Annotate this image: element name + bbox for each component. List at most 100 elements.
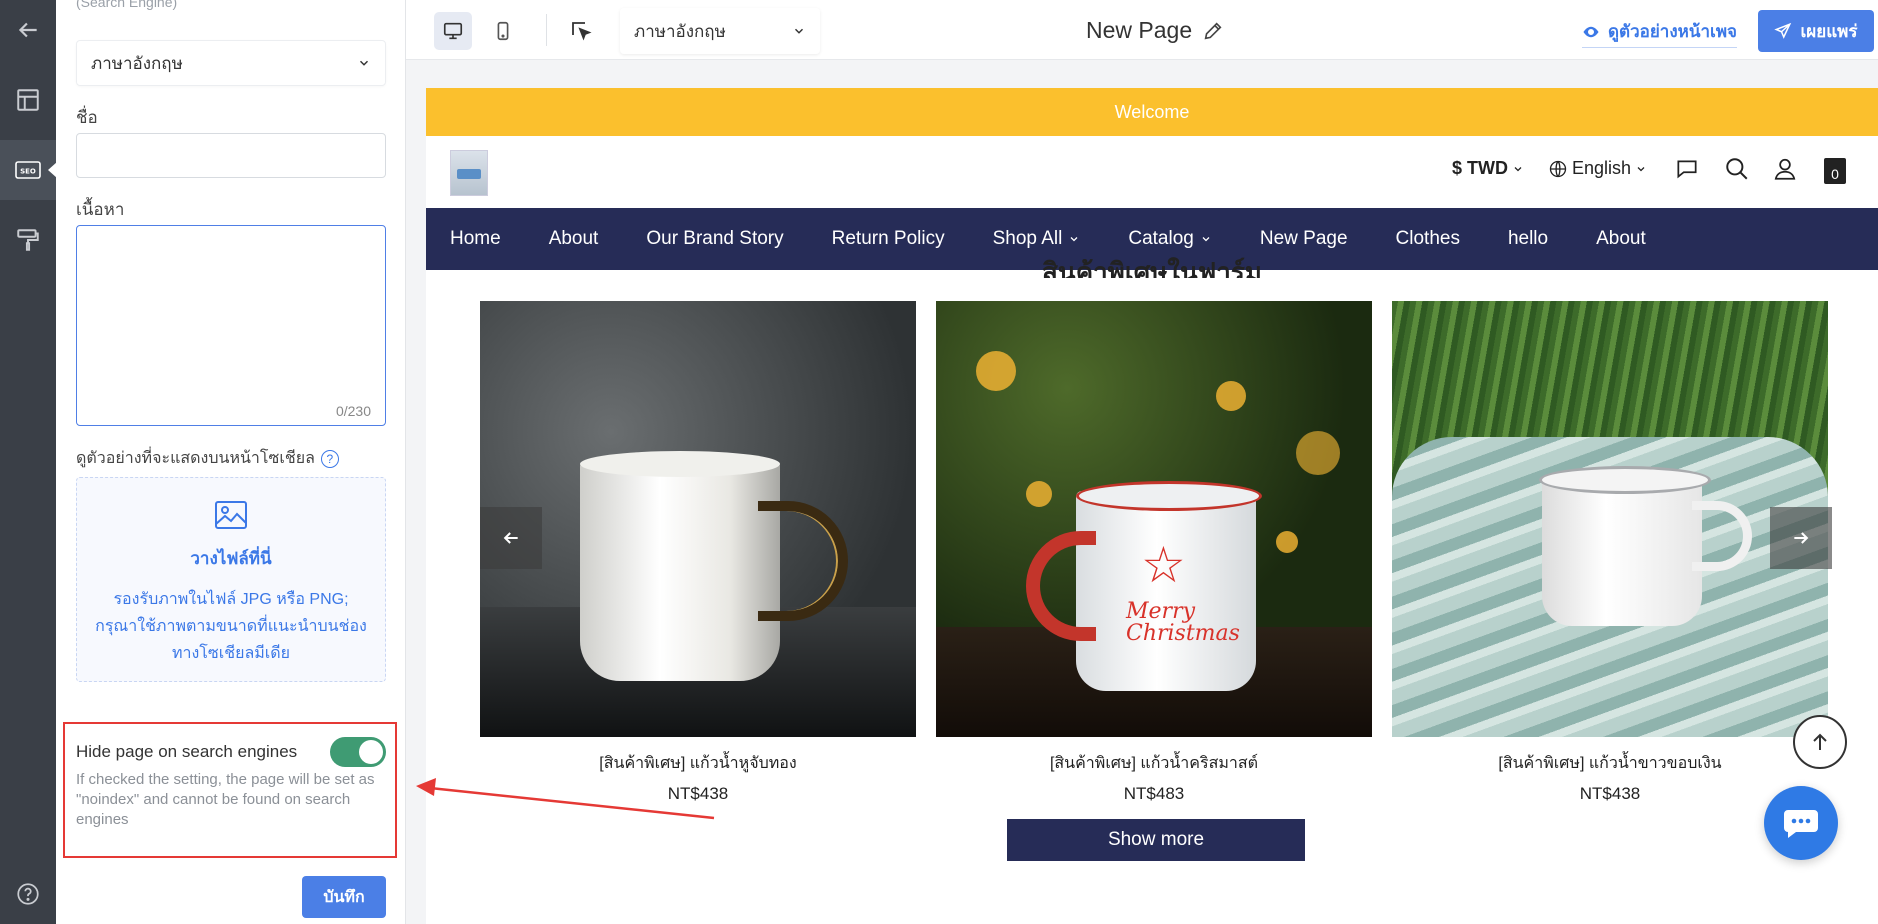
back-button[interactable] — [0, 0, 56, 60]
language-select[interactable]: ภาษาอังกฤษ — [76, 40, 386, 86]
nav-item[interactable]: Our Brand Story — [646, 228, 783, 250]
toggle-knob — [359, 740, 383, 764]
search-icon[interactable] — [1724, 156, 1750, 182]
product-price: NT$438 — [1579, 784, 1641, 803]
style-button[interactable] — [0, 210, 56, 270]
welcome-bar: Welcome — [426, 88, 1878, 136]
page-language-value: ภาษาอังกฤษ — [634, 21, 726, 41]
star-icon: ☆ — [1141, 537, 1186, 593]
dropzone-title: วางไฟล์ที่นี่ — [190, 549, 272, 568]
nav-item-label: About — [1596, 228, 1646, 249]
pencil-icon[interactable] — [1202, 20, 1224, 42]
carousel-prev-button[interactable] — [480, 507, 542, 569]
product-card[interactable]: ☆ Merry Christmas [สินค้าพิเศษ] แก้วน้ำค… — [936, 301, 1372, 804]
nav-item-label: hello — [1507, 228, 1549, 249]
dropzone-description: รองรับภาพในไฟล์ JPG หรือ PNG; กรุณาใช้ภา… — [77, 586, 385, 667]
show-more-button[interactable]: Show more — [1007, 819, 1305, 861]
nav-item[interactable]: Shop All — [993, 228, 1081, 250]
desktop-view-button[interactable] — [434, 12, 472, 50]
nav-item[interactable]: Home — [450, 228, 501, 250]
scroll-to-top-button[interactable] — [1793, 715, 1847, 769]
nav-item-label: Clothes — [1395, 228, 1460, 249]
section-title-text: สินค้าพิเศษในฟาร์ม — [1042, 257, 1262, 278]
nav-item[interactable]: About — [1596, 228, 1646, 250]
svg-text:SEO: SEO — [20, 168, 36, 176]
seo-button[interactable]: SEO — [0, 140, 57, 200]
question-icon[interactable]: ? — [320, 449, 339, 468]
chevron-down-icon — [359, 60, 369, 66]
social-preview-label-text: ดูตัวอย่างที่จะแสดงบนหน้าโซเชียล — [76, 450, 315, 467]
language-switch[interactable]: English — [1548, 158, 1647, 179]
product-name[interactable]: [สินค้าพิเศษ] แก้วน้ำขาวขอบเงิน — [1392, 751, 1828, 776]
send-icon — [1774, 22, 1792, 39]
user-icon[interactable] — [1772, 156, 1798, 182]
chevron-down-icon — [1637, 166, 1645, 171]
image-icon — [215, 501, 247, 529]
nav-item[interactable]: hello — [1508, 228, 1548, 250]
layout-button[interactable] — [0, 70, 56, 130]
store-header: $ TWD English 0 — [426, 136, 1878, 208]
select-element-button[interactable] — [562, 12, 600, 50]
nav-item-label: Our Brand Story — [646, 228, 784, 249]
store-logo[interactable] — [450, 150, 488, 196]
nav-item-label: Home — [450, 228, 501, 249]
nav-item[interactable]: About — [549, 228, 599, 250]
layout-icon — [17, 89, 39, 111]
carousel-next-button[interactable] — [1770, 507, 1832, 569]
globe-icon — [1549, 160, 1567, 177]
nav-item[interactable]: Catalog — [1128, 228, 1212, 250]
content-textarea[interactable]: 0/230 — [76, 225, 386, 426]
mug-print-text: Merry Christmas — [1126, 599, 1240, 646]
mobile-view-button[interactable] — [484, 12, 522, 50]
preview-page-link[interactable]: ดูตัวอย่างหน้าเพจ — [1582, 18, 1737, 48]
save-button[interactable]: บันทึก — [302, 876, 386, 918]
cart-count: 0 — [1831, 166, 1839, 182]
dropzone-line: รองรับภาพในไฟล์ JPG หรือ PNG; — [113, 591, 349, 608]
chat-bubble-icon[interactable] — [1674, 156, 1700, 182]
page-title: New Page — [1086, 17, 1224, 44]
product-image[interactable]: ☆ Merry Christmas — [936, 301, 1372, 737]
hide-page-toggle[interactable] — [330, 737, 386, 767]
product-name[interactable]: [สินค้าพิเศษ] แก้วน้ำคริสมาสต์ — [936, 751, 1372, 776]
dropzone-line: ทางโซเชียลมีเดีย — [171, 645, 291, 662]
currency-select[interactable]: $ TWD — [1452, 158, 1524, 179]
nav-item-label: Catalog — [1128, 228, 1194, 249]
nav-item[interactable]: Return Policy — [832, 228, 945, 250]
product-card[interactable]: [สินค้าพิเศษ] แก้วน้ำหูจับทอง NT$438 — [480, 301, 916, 804]
page-language-select[interactable]: ภาษาอังกฤษ — [620, 8, 820, 54]
image-dropzone[interactable]: วางไฟล์ที่นี่ รองรับภาพในไฟล์ JPG หรือ P… — [76, 477, 386, 682]
nav-item[interactable]: Clothes — [1396, 228, 1460, 250]
content-label: เนื้อหา — [76, 200, 125, 219]
mobile-icon — [497, 21, 509, 41]
help-button[interactable] — [0, 864, 56, 924]
hide-page-description: If checked the setting, the page will be… — [76, 771, 375, 828]
product-price: NT$483 — [1123, 784, 1185, 803]
chevron-down-icon — [794, 28, 804, 34]
chevron-down-icon — [1514, 166, 1522, 171]
product-card[interactable]: [สินค้าพิเศษ] แก้วน้ำขาวขอบเงิน NT$438 — [1392, 301, 1828, 804]
social-preview-label: ดูตัวอย่างที่จะแสดงบนหน้าโซเชียล? — [76, 446, 339, 471]
annotation-arrow — [416, 778, 715, 820]
nav-item[interactable]: New Page — [1260, 228, 1348, 250]
arrow-up-icon — [1813, 733, 1827, 750]
section-heading: (Search Engine) — [76, 0, 178, 10]
publish-button[interactable]: เผยแพร่ — [1758, 10, 1874, 52]
help-icon — [17, 883, 39, 905]
dropzone-line: กรุณาใช้ภาพตามขนาดที่แนะนำบนช่อง — [95, 618, 367, 635]
nav-item-label: About — [548, 228, 599, 249]
nav-item-label: Shop All — [992, 228, 1063, 249]
chevron-down-icon — [1202, 237, 1210, 242]
product-image[interactable] — [1392, 301, 1828, 737]
title-input[interactable] — [76, 133, 386, 178]
seo-icon: SEO — [15, 161, 41, 179]
seo-settings-panel: (Search Engine) ภาษาอังกฤษ ชื่อ เนื้อหา … — [56, 0, 406, 924]
chat-widget-button[interactable] — [1764, 786, 1838, 860]
currency-value: $ TWD — [1452, 158, 1508, 178]
product-image[interactable] — [480, 301, 916, 737]
nav-item-label: Return Policy — [831, 228, 945, 249]
cart-icon[interactable]: 0 — [1824, 158, 1846, 184]
preview-page-label: ดูตัวอย่างหน้าเพจ — [1608, 22, 1737, 41]
left-rail: SEO — [0, 0, 57, 924]
chat-icon — [1784, 810, 1818, 838]
publish-label: เผยแพร่ — [1800, 21, 1858, 41]
